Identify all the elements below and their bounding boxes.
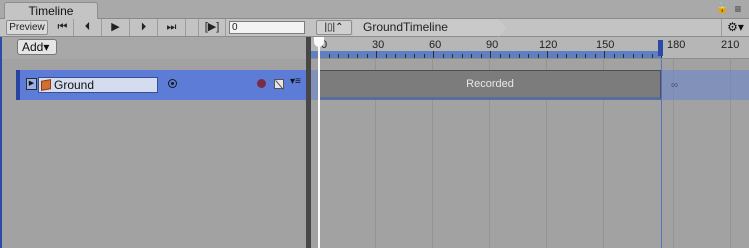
ruler-tick: [585, 54, 586, 58]
ruler-tick: [480, 54, 482, 58]
ruler-tick: [385, 54, 387, 58]
add-row: Add▾: [0, 37, 306, 59]
clip-end-marker[interactable]: [658, 40, 663, 56]
timeline-header: |▯|⌃ GroundTimeline (Ground) ⚙▾: [311, 19, 749, 51]
ruler-label: 60: [429, 39, 442, 51]
target-icon[interactable]: [168, 79, 177, 88]
ruler-tick: [518, 54, 520, 58]
go-to-end-icon[interactable]: ⏭: [158, 19, 186, 36]
ruler-tick: [395, 54, 396, 58]
playhead[interactable]: [318, 37, 320, 248]
ruler-tick: [537, 54, 539, 58]
play-range-button[interactable]: [▶]: [198, 19, 226, 36]
collapse-toggle-icon[interactable]: ▶: [26, 78, 37, 90]
track-name: Ground: [54, 78, 95, 92]
gear-icon[interactable]: ⚙▾: [721, 19, 749, 36]
ruler-tick: [471, 54, 472, 58]
ruler-tick: [347, 54, 349, 58]
ruler-tick: [566, 54, 567, 58]
mode-dropdown[interactable]: |▯|⌃: [316, 20, 352, 35]
cube-icon: [41, 79, 51, 91]
ruler-tick: [575, 54, 577, 58]
ruler-tick: [452, 54, 453, 58]
ruler-tick: [499, 54, 501, 58]
ruler-tick: [642, 54, 643, 58]
tab-timeline[interactable]: Timeline: [4, 2, 98, 20]
clip-label: Recorded: [466, 78, 514, 90]
recorded-clip[interactable]: Recorded: [319, 70, 661, 100]
time-ruler[interactable]: 0 30 60 90 120 150 180 210: [311, 37, 749, 59]
play-icon[interactable]: ▶: [102, 19, 130, 36]
preview-button[interactable]: Preview: [6, 20, 48, 35]
ruler-tick: [366, 54, 368, 58]
ruler-tick: [423, 54, 425, 58]
add-track-button[interactable]: Add▾: [17, 39, 57, 55]
ruler-tick: [338, 54, 339, 58]
ruler-tick: [509, 54, 510, 58]
ruler-tick: [594, 54, 596, 58]
ruler-tick: [404, 54, 406, 58]
loop-icon: ∞: [671, 80, 679, 91]
ruler-tick: [556, 54, 558, 58]
ruler-label: 120: [539, 39, 558, 51]
ruler-tick: [442, 54, 444, 58]
window-tab-bar: Timeline 🔒 ≡: [0, 0, 749, 20]
ruler-tick: [528, 54, 529, 58]
track-binding-field[interactable]: Ground: [38, 77, 158, 93]
next-frame-icon[interactable]: ⏵: [130, 19, 158, 36]
track-menu-icon[interactable]: ▾≡: [290, 77, 306, 87]
ruler-label: 150: [596, 39, 615, 51]
playhead-handle[interactable]: [314, 37, 324, 47]
ruler-label: 180: [667, 39, 686, 51]
go-to-start-icon[interactable]: ⏮: [52, 19, 74, 36]
record-icon[interactable]: [257, 79, 266, 88]
ruler-tick: [328, 54, 330, 58]
frame-field[interactable]: 0: [229, 21, 305, 34]
ruler-tick: [651, 54, 653, 58]
ruler-tick: [547, 51, 548, 58]
menu-icon[interactable]: ≡: [731, 3, 745, 15]
ruler-tick: [433, 51, 434, 58]
lock-icon[interactable]: 🔒: [716, 3, 728, 15]
ruler-tick: [461, 54, 463, 58]
end-marker-line: [661, 59, 662, 248]
ruler-tick: [376, 51, 377, 58]
previous-frame-icon[interactable]: ⏴: [74, 19, 102, 36]
ruler-tick: [632, 54, 634, 58]
ruler-label: 30: [372, 39, 385, 51]
ruler-ticks: [311, 51, 662, 58]
selection-edge: [0, 37, 2, 248]
breadcrumb[interactable]: GroundTimeline (Ground): [353, 19, 498, 51]
track-header-ground[interactable]: ▶ Ground ▾≡: [16, 70, 306, 100]
ruler-tick: [623, 54, 624, 58]
mute-icon[interactable]: [274, 79, 284, 89]
ruler-tick: [357, 54, 358, 58]
ruler-tick: [604, 51, 605, 58]
breadcrumb-arrow: [498, 19, 506, 37]
ruler-tick: [490, 51, 491, 58]
ruler-tick: [613, 54, 615, 58]
ruler-label: 90: [486, 39, 499, 51]
ruler-tick: [414, 54, 415, 58]
ruler-label: 210: [721, 39, 740, 51]
timeline-body[interactable]: Recorded ∞: [311, 37, 749, 248]
